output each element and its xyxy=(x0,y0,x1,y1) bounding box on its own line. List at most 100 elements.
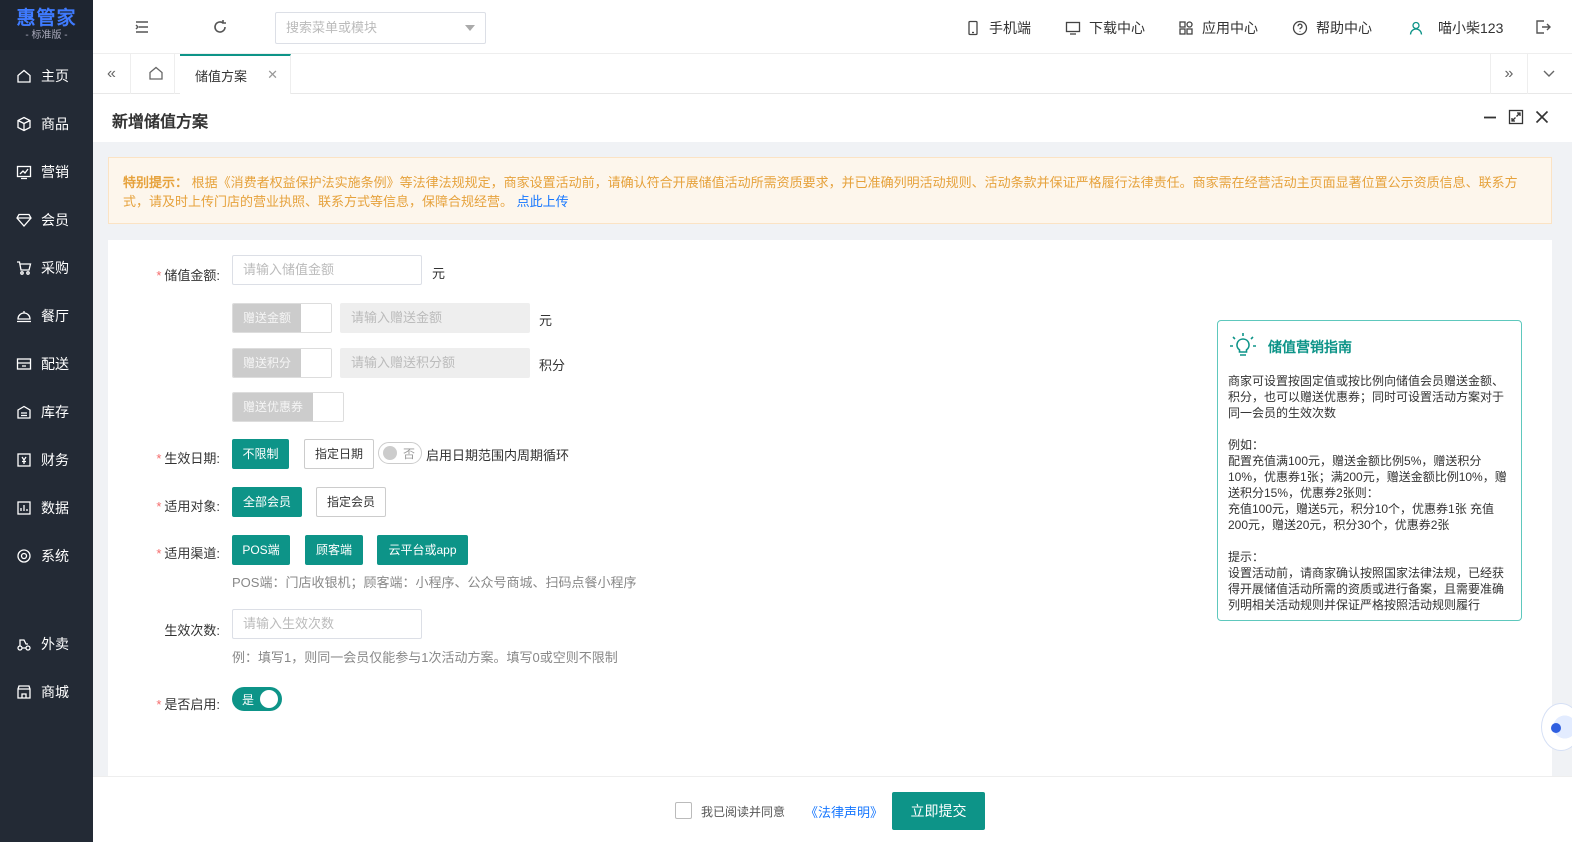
maximize-icon[interactable] xyxy=(1508,109,1524,125)
amount-input[interactable]: 请输入储值金额 xyxy=(232,255,422,285)
date-specified-button[interactable]: 指定日期 xyxy=(304,439,374,469)
required-mark: * xyxy=(156,697,162,712)
finance-icon xyxy=(16,452,32,468)
dish-icon xyxy=(16,308,32,324)
gift-points-toggle[interactable]: 赠送积分 xyxy=(232,348,333,378)
date-unlimited-button[interactable]: 不限制 xyxy=(232,439,289,469)
user-name: 喵小柴123 xyxy=(1438,20,1504,36)
refresh-icon[interactable] xyxy=(211,18,229,36)
switch-knob xyxy=(260,690,278,708)
enabled-switch[interactable]: 是 xyxy=(232,687,282,711)
enabled-label: * 是否启用: xyxy=(108,694,220,713)
phone-icon xyxy=(968,20,978,36)
channel-customer-button[interactable]: 顾客端 xyxy=(305,535,363,565)
sidebar-item-label: 财务 xyxy=(41,452,69,468)
sidebar-item-label: 库存 xyxy=(41,404,69,420)
enabled-label-text: 是否启用: xyxy=(164,697,220,712)
gift-points-label: 赠送积分 xyxy=(233,349,302,377)
compliance-notice: 特别提示： 根据《消费者权益保护法实施条例》等法律法规规定，商家设置活动前，请确… xyxy=(108,157,1552,224)
channel-pos-button[interactable]: POS端 xyxy=(232,535,290,565)
gift-coupon-checkbox[interactable] xyxy=(313,393,344,421)
times-input[interactable]: 请输入生效次数 xyxy=(232,609,422,639)
gift-points-checkbox[interactable] xyxy=(301,349,332,377)
tabs-dropdown[interactable] xyxy=(1530,54,1568,94)
gift-amount-unit: 元 xyxy=(539,313,553,328)
sidebar-item-goods[interactable]: 商品 xyxy=(0,100,93,148)
minimize-icon[interactable] xyxy=(1482,109,1498,125)
home-icon xyxy=(148,65,164,84)
sidebar-item-data[interactable]: 数据 xyxy=(0,484,93,532)
menu-search-input[interactable]: 搜索菜单或模块 xyxy=(275,12,486,44)
box-icon xyxy=(16,116,32,132)
delivery-icon xyxy=(16,356,32,372)
diamond-icon xyxy=(16,212,32,228)
amount-label-text: 储值金额: xyxy=(164,268,220,283)
date-label-text: 生效日期: xyxy=(164,451,220,466)
chevron-down-icon xyxy=(465,25,475,31)
times-hint: 例：填写1，则同一会员仅能参与1次活动方案。填写0或空则不限制 xyxy=(232,650,618,665)
help-center-link[interactable]: 帮助中心 xyxy=(1292,18,1372,38)
sidebar-item-inventory[interactable]: 库存 xyxy=(0,388,93,436)
tab-home[interactable] xyxy=(137,54,175,94)
gift-points-placeholder: 请输入赠送积分额 xyxy=(351,355,456,370)
gift-amount-toggle[interactable]: 赠送金额 xyxy=(232,303,333,333)
submit-button[interactable]: 立即提交 xyxy=(892,792,985,830)
panel-header: 新增储值方案 xyxy=(93,94,1572,142)
data-icon xyxy=(16,500,32,516)
guide-intro: 商家可设置按固定值或按比例向储值会员赠送金额、积分，也可以赠送优惠券；同时可设置… xyxy=(1228,374,1505,420)
gift-points-input[interactable]: 请输入赠送积分额 xyxy=(340,348,530,378)
sidebar-item-delivery[interactable]: 配送 xyxy=(0,340,93,388)
sidebar-item-label: 餐厅 xyxy=(41,308,69,324)
agree-checkbox[interactable] xyxy=(675,802,692,819)
sidebar-item-finance[interactable]: 财务 xyxy=(0,436,93,484)
notice-label: 特别提示： xyxy=(123,175,189,190)
sidebar-item-restaurant[interactable]: 餐厅 xyxy=(0,292,93,340)
close-icon[interactable]: ✕ xyxy=(267,67,278,83)
tabs-scroll-right[interactable]: » xyxy=(1490,54,1528,94)
tabs-scroll-left[interactable]: « xyxy=(93,54,131,94)
tab-stored-value-plan[interactable]: 储值方案 ✕ xyxy=(180,54,291,94)
gift-amount-input[interactable]: 请输入赠送金额 xyxy=(340,303,530,333)
search-placeholder: 搜索菜单或模块 xyxy=(286,20,378,35)
warehouse-icon xyxy=(16,404,32,420)
app-center-link[interactable]: 应用中心 xyxy=(1178,18,1258,38)
logout-icon[interactable] xyxy=(1534,18,1552,36)
legal-statement-link[interactable]: 《法律声明》 xyxy=(805,802,883,821)
brand-logo[interactable]: 惠管家 - 标准版 - xyxy=(0,0,93,50)
sidebar-item-system[interactable]: 系统 xyxy=(0,532,93,580)
menu-collapse-icon[interactable] xyxy=(133,18,151,36)
sidebar-item-label: 商品 xyxy=(41,116,69,132)
target-all-button[interactable]: 全部会员 xyxy=(232,487,302,517)
target-specified-button[interactable]: 指定会员 xyxy=(316,487,386,517)
sidebar-item-marketing[interactable]: 营销 xyxy=(0,148,93,196)
chart-icon xyxy=(16,164,32,180)
apps-grid-icon xyxy=(1179,21,1193,35)
sidebar-item-home[interactable]: 主页 xyxy=(0,52,93,100)
help-label: 帮助中心 xyxy=(1316,20,1372,36)
sidebar-item-members[interactable]: 会员 xyxy=(0,196,93,244)
sidebar-item-mall[interactable]: 商城 xyxy=(0,668,93,716)
close-icon[interactable] xyxy=(1534,109,1550,125)
mobile-link[interactable]: 手机端 xyxy=(965,18,1031,38)
channel-cloud-button[interactable]: 云平台或app xyxy=(377,535,468,565)
channel-label: * 适用渠道: xyxy=(108,543,220,562)
sidebar-item-purchase[interactable]: 采购 xyxy=(0,244,93,292)
upload-link[interactable]: 点此上传 xyxy=(517,194,569,209)
marketing-guide-panel: 储值营销指南 商家可设置按固定值或按比例向储值会员赠送金额、积分，也可以赠送优惠… xyxy=(1217,320,1522,621)
download-center-link[interactable]: 下载中心 xyxy=(1065,18,1145,38)
sidebar-item-label: 主页 xyxy=(41,68,69,84)
guide-example-title: 例如： xyxy=(1228,438,1265,452)
gift-coupon-toggle[interactable]: 赠送优惠券 xyxy=(232,392,345,422)
channel-hint: POS端：门店收银机；顾客端：小程序、公众号商城、扫码点餐小程序 xyxy=(232,575,637,590)
enabled-switch-text: 是 xyxy=(242,693,255,707)
sidebar-item-label: 商城 xyxy=(41,684,69,700)
gift-amount-checkbox[interactable] xyxy=(301,304,332,332)
home-icon xyxy=(16,68,32,84)
amount-label: * 储值金额: xyxy=(108,265,220,284)
cycle-switch[interactable]: 否 xyxy=(378,442,422,464)
brand-edition: - 标准版 - xyxy=(25,30,68,41)
user-menu[interactable]: 喵小柴123 xyxy=(1408,18,1503,38)
page-title: 新增储值方案 xyxy=(112,114,209,131)
sidebar-item-takeout[interactable]: 外卖 xyxy=(0,620,93,668)
